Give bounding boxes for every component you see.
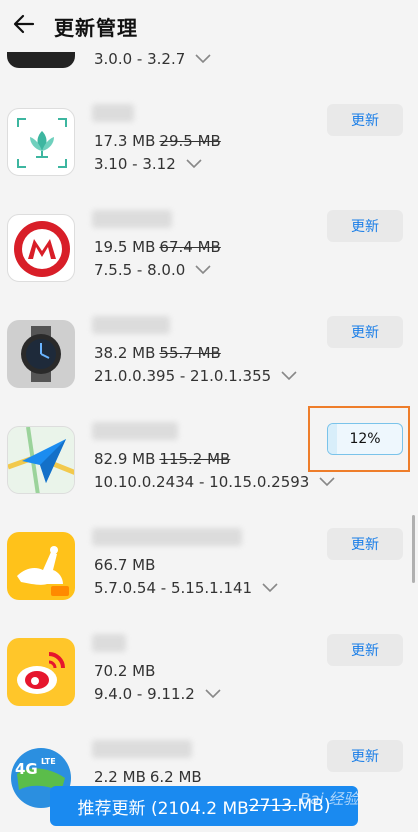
app-name-blurred: [92, 210, 172, 228]
version-range[interactable]: 5.7.0.54 - 5.15.1.141: [94, 579, 278, 597]
version-text: 3.10 - 3.12: [94, 155, 176, 173]
chevron-down-icon[interactable]: [195, 261, 211, 279]
size-info: 70.2 MB: [94, 662, 156, 680]
version-range[interactable]: 7.5.5 - 8.0.0: [94, 261, 211, 279]
app-icon: [7, 638, 75, 706]
update-button[interactable]: 更新: [327, 316, 403, 348]
size-info: 66.7 MB: [94, 556, 156, 574]
size-info: 17.3 MB 29.5 MB: [94, 132, 221, 150]
chevron-down-icon[interactable]: [186, 155, 202, 173]
scrollbar[interactable]: [412, 515, 415, 583]
version-range[interactable]: 3.10 - 3.12: [94, 155, 202, 173]
version-text: 10.10.0.2434 - 10.15.0.2593: [94, 473, 310, 491]
footer-old-size: 2713.: [248, 796, 298, 816]
app-icon: [7, 426, 75, 494]
list-item: 70.2 MB 9.4.0 - 9.11.2 更新: [0, 634, 418, 740]
app-name-blurred: [92, 104, 134, 122]
back-button[interactable]: [2, 0, 46, 52]
version-text: 9.4.0 - 9.11.2: [94, 685, 195, 703]
progress-text: 12%: [349, 431, 381, 447]
highlight-box: 12%: [308, 406, 410, 472]
chevron-down-icon[interactable]: [319, 473, 335, 491]
list-item: 17.3 MB 29.5 MB 3.10 - 3.12 更新: [0, 104, 418, 210]
page-title: 更新管理: [54, 15, 138, 40]
update-button[interactable]: 更新: [327, 528, 403, 560]
progress-fill: [328, 424, 337, 454]
update-button[interactable]: 更新: [327, 634, 403, 666]
version-text: 7.5.5 - 8.0.0: [94, 261, 186, 279]
chevron-down-icon[interactable]: [205, 685, 221, 703]
app-name-blurred: [92, 740, 192, 758]
update-button[interactable]: 更新: [327, 104, 403, 136]
chevron-down-icon[interactable]: [195, 50, 211, 68]
app-name-blurred: [92, 422, 178, 440]
back-arrow-icon: [12, 12, 36, 40]
footer-label: 推荐更新 (2104.2 MB: [77, 798, 249, 819]
svg-text:4G: 4G: [15, 760, 38, 778]
svg-text:LTE: LTE: [41, 757, 56, 766]
version-range[interactable]: 3.0.0 - 3.2.7: [94, 50, 211, 68]
version-range[interactable]: 21.0.0.395 - 21.0.1.355: [94, 367, 297, 385]
app-name-blurred: [92, 634, 126, 652]
list-item: 66.7 MB 5.7.0.54 - 5.15.1.141 更新: [0, 528, 418, 634]
size-info: 19.5 MB 67.4 MB: [94, 238, 221, 256]
app-header: 更新管理: [0, 0, 418, 52]
chevron-down-icon[interactable]: [262, 579, 278, 597]
watermark: Bai 经验: [300, 790, 359, 808]
update-list: 3.0.0 - 3.2.7 17.3 MB 29.5 MB 3.10 - 3.12…: [0, 0, 418, 832]
app-icon: [7, 214, 75, 282]
app-icon: [7, 320, 75, 388]
version-text: 21.0.0.395 - 21.0.1.355: [94, 367, 272, 385]
app-icon: [7, 108, 75, 176]
update-button[interactable]: 更新: [327, 210, 403, 242]
size-info: 38.2 MB 55.7 MB: [94, 344, 221, 362]
app-icon: [7, 532, 75, 600]
version-range[interactable]: 10.10.0.2434 - 10.15.0.2593: [94, 473, 335, 491]
size-info: 82.9 MB 115.2 MB: [94, 450, 231, 468]
app-name-blurred: [92, 528, 242, 546]
download-progress[interactable]: 12%: [327, 423, 403, 455]
version-range[interactable]: 9.4.0 - 9.11.2: [94, 685, 221, 703]
version-text: 5.7.0.54 - 5.15.1.141: [94, 579, 253, 597]
update-button[interactable]: 更新: [327, 740, 403, 772]
app-name-blurred: [92, 316, 170, 334]
list-item: 19.5 MB 67.4 MB 7.5.5 - 8.0.0 更新: [0, 210, 418, 316]
size-info: 2.2 MB 6.2 MB: [94, 768, 202, 786]
version-text: 3.0.0 - 3.2.7: [94, 50, 186, 68]
chevron-down-icon[interactable]: [281, 367, 297, 385]
